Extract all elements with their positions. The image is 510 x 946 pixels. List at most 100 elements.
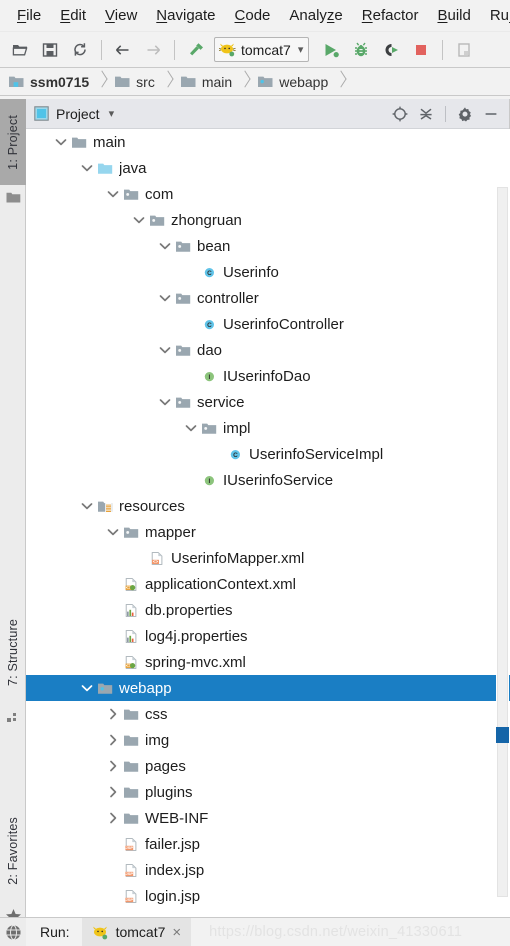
run-configuration-selector[interactable]: tomcat7 ▾ xyxy=(214,37,310,62)
menu-item-build[interactable]: Build xyxy=(428,4,479,27)
chevron-down-icon[interactable] xyxy=(78,675,95,701)
tree-row[interactable]: img xyxy=(26,727,510,753)
menu-item-code[interactable]: Code xyxy=(226,4,280,27)
synchronize-icon[interactable] xyxy=(66,37,94,63)
tree-row[interactable]: java xyxy=(26,155,510,181)
globe-icon xyxy=(6,924,20,940)
rail-button-web-icon[interactable] xyxy=(0,917,26,946)
tree-row[interactable]: WEB-INF xyxy=(26,805,510,831)
chevron-down-icon[interactable] xyxy=(156,337,173,363)
tree-row[interactable]: com xyxy=(26,181,510,207)
save-all-icon[interactable] xyxy=(36,37,64,63)
run-icon[interactable] xyxy=(317,37,345,63)
breadcrumb-item-src[interactable]: src xyxy=(114,74,155,90)
tree-vertical-scrollbar[interactable] xyxy=(496,187,509,897)
chevron-right-icon[interactable] xyxy=(104,701,121,727)
tree-row[interactable]: pages xyxy=(26,753,510,779)
settings-gear-icon[interactable] xyxy=(453,102,477,126)
project-tree[interactable]: main java com zhongruan bean C Userinfo control… xyxy=(26,129,510,917)
tree-row[interactable]: C UserinfoController xyxy=(26,311,510,337)
tree-row[interactable]: I IUserinfoDao xyxy=(26,363,510,389)
tree-row[interactable]: bean xyxy=(26,233,510,259)
breadcrumb-item-project[interactable]: ssm0715 xyxy=(8,74,89,90)
tree-row[interactable]: I IUserinfoService xyxy=(26,467,510,493)
tree-row[interactable]: <> spring-mvc.xml xyxy=(26,649,510,675)
chevron-down-icon[interactable] xyxy=(156,389,173,415)
tree-row[interactable]: <> applicationContext.xml xyxy=(26,571,510,597)
stop-icon[interactable] xyxy=(407,37,435,63)
menu-item-analyze[interactable]: Analyze xyxy=(280,4,351,27)
xml-file-icon: <> xyxy=(151,551,162,565)
chevron-down-icon[interactable] xyxy=(104,181,121,207)
rail-button-project[interactable]: 1: Project xyxy=(0,99,26,185)
menu-item-run[interactable]: Run xyxy=(481,4,510,27)
tree-row[interactable]: JSP index.jsp xyxy=(26,857,510,883)
chevron-right-icon[interactable] xyxy=(104,779,121,805)
menu-item-file[interactable]: File xyxy=(8,4,50,27)
rail-button-favorites[interactable]: 2: Favorites xyxy=(0,799,26,903)
open-folder-icon[interactable] xyxy=(6,37,34,63)
toolbar-divider-1 xyxy=(101,39,102,60)
chevron-down-icon[interactable]: ▾ xyxy=(298,43,304,56)
chevron-right-icon[interactable] xyxy=(104,753,121,779)
tree-row-label: IUserinfoService xyxy=(223,471,334,489)
chevron-down-icon[interactable] xyxy=(78,493,95,519)
hide-minimize-icon[interactable] xyxy=(479,102,503,126)
tree-row[interactable]: mapper xyxy=(26,519,510,545)
chevron-right-icon[interactable] xyxy=(104,805,121,831)
menu-item-edit[interactable]: Edit xyxy=(51,4,95,27)
tree-row[interactable]: main xyxy=(26,129,510,155)
tree-row[interactable]: C Userinfo xyxy=(26,259,510,285)
scrollbar-track[interactable] xyxy=(497,187,508,897)
locate-icon[interactable] xyxy=(388,102,412,126)
tree-row[interactable]: log4j.properties xyxy=(26,623,510,649)
tree-row[interactable]: webapp xyxy=(26,675,510,701)
tree-row[interactable]: C UserinfoServiceImpl xyxy=(26,441,510,467)
run-configuration-label: tomcat7 xyxy=(241,41,291,58)
chevron-down-icon[interactable] xyxy=(156,233,173,259)
chevron-down-icon[interactable] xyxy=(156,285,173,311)
menu-item-refactor[interactable]: Refactor xyxy=(353,4,428,27)
more-toolbar-icon[interactable] xyxy=(450,37,478,63)
tree-row[interactable]: JSP login.jsp xyxy=(26,883,510,909)
build-hammer-icon[interactable] xyxy=(182,37,210,63)
chevron-down-icon[interactable]: ▾ xyxy=(109,107,115,120)
tree-row[interactable]: <> UserinfoMapper.xml xyxy=(26,545,510,571)
tree-row[interactable]: impl xyxy=(26,415,510,441)
tree-row-icon-wrap xyxy=(95,499,115,514)
toolbar-divider-2 xyxy=(174,39,175,60)
tree-row[interactable]: controller xyxy=(26,285,510,311)
chevron-down-icon[interactable] xyxy=(78,155,95,181)
menu-item-navigate[interactable]: Navigate xyxy=(147,4,224,27)
chevron-down-icon[interactable] xyxy=(52,129,69,155)
package-icon xyxy=(123,189,138,200)
chevron-down-icon[interactable] xyxy=(130,207,147,233)
breadcrumb-item-main[interactable]: main xyxy=(180,74,232,90)
tree-row[interactable]: dao xyxy=(26,337,510,363)
tree-row-icon-wrap xyxy=(173,291,193,306)
tree-row[interactable]: css xyxy=(26,701,510,727)
chevron-right-icon[interactable] xyxy=(104,727,121,753)
run-tab-tomcat7[interactable]: tomcat7 × xyxy=(81,917,192,946)
debug-bug-icon[interactable] xyxy=(347,37,375,63)
tree-row[interactable]: db.properties xyxy=(26,597,510,623)
rail-label-structure: 7: Structure xyxy=(6,619,20,687)
chevron-down-icon[interactable] xyxy=(182,415,199,441)
folder-icon xyxy=(123,735,138,746)
menu-item-view[interactable]: View xyxy=(96,4,146,27)
close-icon[interactable]: × xyxy=(172,924,181,941)
rail-button-structure[interactable]: 7: Structure xyxy=(0,601,26,705)
tree-row[interactable]: JSP failer.jsp xyxy=(26,831,510,857)
left-tool-rail: 1: Project 7: Structure 2: Favorites Web xyxy=(0,99,26,946)
navigate-back-icon[interactable] xyxy=(109,37,137,63)
run-with-coverage-icon[interactable] xyxy=(377,37,405,63)
tree-row[interactable]: plugins xyxy=(26,779,510,805)
tree-row[interactable]: zhongruan xyxy=(26,207,510,233)
chevron-down-icon[interactable] xyxy=(104,519,121,545)
breadcrumb-item-webapp[interactable]: webapp xyxy=(257,74,328,90)
tree-row[interactable]: service xyxy=(26,389,510,415)
collapse-all-icon[interactable] xyxy=(414,102,438,126)
tree-row[interactable]: resources xyxy=(26,493,510,519)
tree-twisty-spacer xyxy=(208,441,225,467)
tree-row-label: failer.jsp xyxy=(145,835,201,853)
